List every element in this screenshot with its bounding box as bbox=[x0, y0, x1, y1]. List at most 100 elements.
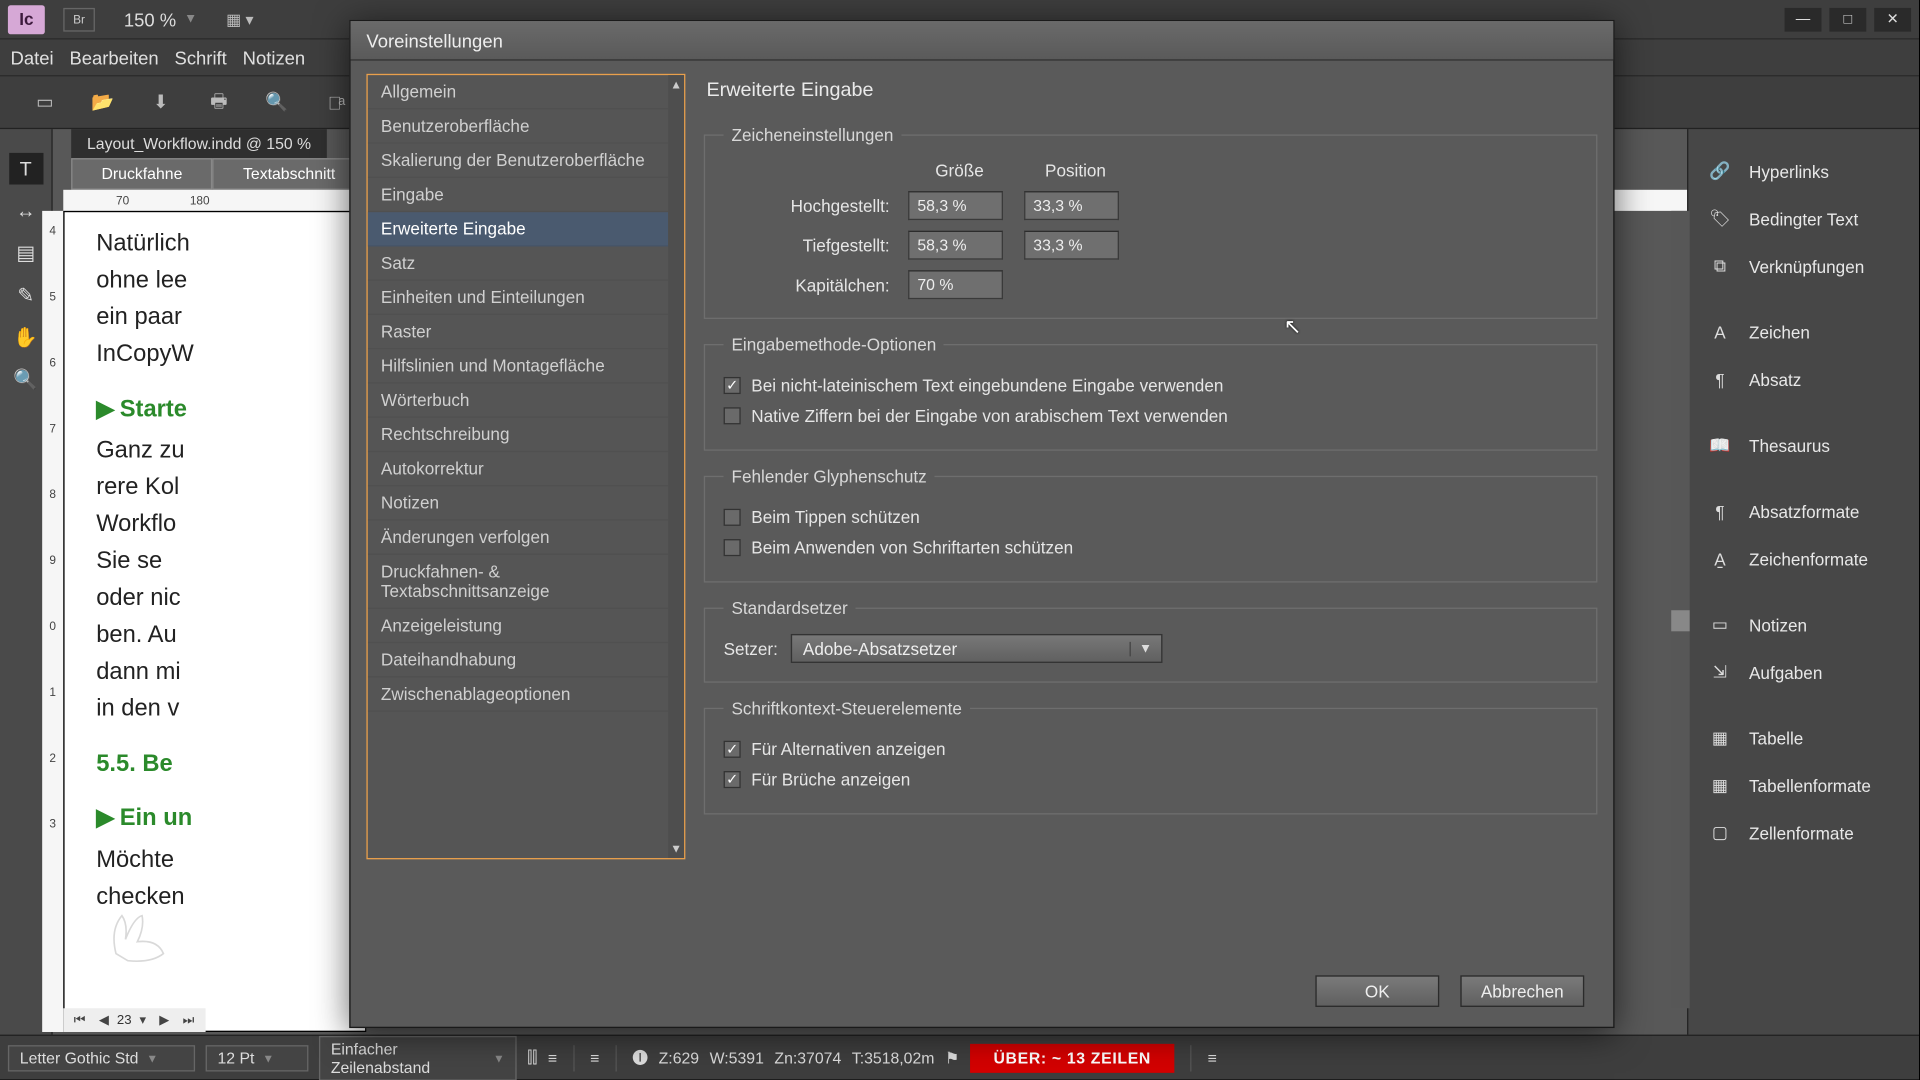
panel-table[interactable]: ▦Tabelle bbox=[1688, 714, 1919, 761]
panel-char-styles[interactable]: A̠Zeichenformate bbox=[1688, 535, 1919, 582]
close-button[interactable]: ✕ bbox=[1874, 7, 1911, 31]
panel-hyperlinks[interactable]: 🔗Hyperlinks bbox=[1688, 148, 1919, 195]
panel-conditional-text[interactable]: 🏷Bedingter Text bbox=[1688, 195, 1919, 242]
search-icon[interactable]: 🔍 bbox=[264, 92, 290, 113]
panel-assignments[interactable]: ⇲Aufgaben bbox=[1688, 648, 1919, 695]
checkbox-alternatives[interactable] bbox=[724, 741, 741, 758]
cancel-button[interactable]: Abbrechen bbox=[1460, 975, 1584, 1007]
zoom-tool[interactable]: 🔍 bbox=[9, 364, 43, 396]
note-tool[interactable]: ▤ bbox=[9, 237, 43, 269]
align-icon[interactable]: ≡ bbox=[548, 1048, 557, 1066]
superscript-pos-input[interactable] bbox=[1024, 191, 1119, 220]
first-page-icon[interactable]: ⏮ bbox=[69, 1013, 91, 1027]
last-page-icon[interactable]: ⏭ bbox=[177, 1013, 199, 1027]
new-icon[interactable]: ▭ bbox=[32, 92, 58, 113]
chevron-down-icon[interactable]: ▼ bbox=[184, 12, 197, 26]
bridge-icon[interactable]: Br bbox=[63, 7, 95, 31]
dropdown-icon[interactable]: ▾ bbox=[134, 1013, 151, 1027]
move-tool[interactable]: ↔ bbox=[9, 195, 43, 227]
info-icon: 🅘 bbox=[632, 1046, 648, 1068]
superscript-label: Hochgestellt: bbox=[724, 196, 895, 216]
category-item[interactable]: Wörterbuch bbox=[368, 384, 669, 418]
app-icon: Ic bbox=[8, 5, 45, 34]
minimize-button[interactable]: — bbox=[1785, 7, 1822, 31]
checkbox-native-digits[interactable] bbox=[724, 407, 741, 424]
checkbox-protect-typing[interactable] bbox=[724, 509, 741, 526]
composer-dropdown[interactable]: Adobe-Absatzsetzer▼ bbox=[791, 634, 1163, 663]
page-navigator[interactable]: ⏮ ◀ 23 ▾ ▶ ⏭ bbox=[63, 1008, 205, 1032]
menu-edit[interactable]: Bearbeiten bbox=[69, 47, 158, 68]
category-item[interactable]: Notizen bbox=[368, 486, 669, 520]
subscript-size-input[interactable] bbox=[908, 231, 1003, 260]
open-icon[interactable]: 📂 bbox=[90, 92, 116, 113]
smallcaps-size-input[interactable] bbox=[908, 270, 1003, 299]
panel-cell-styles[interactable]: ▢Zellenformate bbox=[1688, 809, 1919, 856]
document-page[interactable]: Natürlich ohne lee ein paar InCopyW ▶Sta… bbox=[63, 211, 366, 1032]
spellcheck-icon[interactable]: ✔ͣ bbox=[322, 92, 348, 113]
category-item[interactable]: Änderungen verfolgen bbox=[368, 521, 669, 555]
panel-notes[interactable]: ▭Notizen bbox=[1688, 601, 1919, 648]
character-settings-group: Zeicheneinstellungen Größe Position Hoch… bbox=[704, 125, 1598, 319]
font-family-select[interactable]: Letter Gothic Std▼ bbox=[8, 1045, 195, 1071]
checkbox-inline-non-latin[interactable] bbox=[724, 377, 741, 394]
context-controls-group: Schriftkontext-Steuerelemente Für Altern… bbox=[704, 699, 1598, 815]
category-item[interactable]: Einheiten und Einteilungen bbox=[368, 281, 669, 315]
columns-icon[interactable]: ⫿⫿ bbox=[527, 1048, 537, 1068]
panel-links[interactable]: ⧉Verknüpfungen bbox=[1688, 243, 1919, 290]
prev-page-icon[interactable]: ◀ bbox=[94, 1013, 115, 1027]
document-tab[interactable]: Layout_Workflow.indd @ 150 % bbox=[71, 129, 327, 158]
category-item[interactable]: Erweiterte Eingabe bbox=[368, 212, 669, 246]
category-item[interactable]: Raster bbox=[368, 315, 669, 349]
font-size-select[interactable]: 12 Pt▼ bbox=[206, 1045, 309, 1071]
checkbox-protect-fonts[interactable] bbox=[724, 539, 741, 556]
category-item[interactable]: Satz bbox=[368, 246, 669, 280]
next-page-icon[interactable]: ▶ bbox=[154, 1013, 175, 1027]
leading-select[interactable]: Einfacher Zeilenabstand▼ bbox=[319, 1035, 517, 1080]
category-item[interactable]: Skalierung der Benutzeroberfläche bbox=[368, 144, 669, 178]
category-item[interactable]: Hilfslinien und Montagefläche bbox=[368, 349, 669, 383]
group-legend: Zeicheneinstellungen bbox=[724, 125, 902, 145]
menu-type[interactable]: Schrift bbox=[175, 47, 227, 68]
tab-galley[interactable]: Druckfahne bbox=[71, 158, 213, 190]
category-item[interactable]: Allgemein bbox=[368, 75, 669, 109]
type-tool[interactable]: T bbox=[9, 153, 43, 185]
maximize-button[interactable]: □ bbox=[1829, 7, 1866, 31]
subscript-pos-input[interactable] bbox=[1024, 231, 1119, 260]
save-icon[interactable]: ⬇ bbox=[148, 92, 174, 113]
ok-button[interactable]: OK bbox=[1315, 975, 1439, 1007]
menu-icon[interactable]: ≡ bbox=[590, 1048, 599, 1066]
status-zn: Zn:37074 bbox=[774, 1048, 841, 1066]
panel-paragraph[interactable]: ¶Absatz bbox=[1688, 356, 1919, 403]
panel-thesaurus[interactable]: 📖Thesaurus bbox=[1688, 422, 1919, 469]
category-item[interactable]: Rechtschreibung bbox=[368, 418, 669, 452]
category-item[interactable]: Zwischenablageoptionen bbox=[368, 677, 669, 711]
checkbox-fractions[interactable] bbox=[724, 771, 741, 788]
category-item[interactable]: Anzeigeleistung bbox=[368, 609, 669, 643]
hand-tool[interactable]: ✋ bbox=[9, 322, 43, 354]
zoom-level[interactable]: 150 % bbox=[124, 9, 176, 30]
category-item[interactable]: Eingabe bbox=[368, 178, 669, 212]
composer-group: Standardsetzer Setzer: Adobe-Absatzsetze… bbox=[704, 598, 1598, 682]
book-icon: 📖 bbox=[1707, 435, 1733, 456]
scroll-up-icon[interactable]: ▲ bbox=[670, 75, 682, 93]
panel-table-styles[interactable]: ▦Tabellenformate bbox=[1688, 762, 1919, 809]
panel-para-styles[interactable]: ¶Absatzformate bbox=[1688, 488, 1919, 535]
menu-notes[interactable]: Notizen bbox=[243, 47, 306, 68]
menu-file[interactable]: Datei bbox=[11, 47, 54, 68]
panel-character[interactable]: AZeichen bbox=[1688, 308, 1919, 355]
page-number[interactable]: 23 bbox=[117, 1013, 132, 1027]
category-item[interactable]: Autokorrektur bbox=[368, 452, 669, 486]
overset-warning: ÜBER: ~ 13 ZEILEN bbox=[970, 1043, 1175, 1072]
category-item[interactable]: Druckfahnen- & Textabschnittsanzeige bbox=[368, 555, 669, 609]
print-icon[interactable]: 🖶 bbox=[206, 92, 232, 113]
tab-story[interactable]: Textabschnitt bbox=[213, 158, 366, 190]
eyedropper-tool[interactable]: ✎ bbox=[9, 279, 43, 311]
category-item[interactable]: Dateihandhabung bbox=[368, 643, 669, 677]
menu-icon[interactable]: ≡ bbox=[1208, 1048, 1217, 1066]
category-scrollbar[interactable]: ▲ ▼ bbox=[668, 75, 684, 858]
superscript-size-input[interactable] bbox=[908, 191, 1003, 220]
scrollbar-vertical[interactable] bbox=[1671, 211, 1689, 1008]
scroll-down-icon[interactable]: ▼ bbox=[670, 840, 682, 858]
workspace-switcher[interactable]: ▦ ▾ bbox=[226, 10, 253, 28]
category-item[interactable]: Benutzeroberfläche bbox=[368, 109, 669, 143]
